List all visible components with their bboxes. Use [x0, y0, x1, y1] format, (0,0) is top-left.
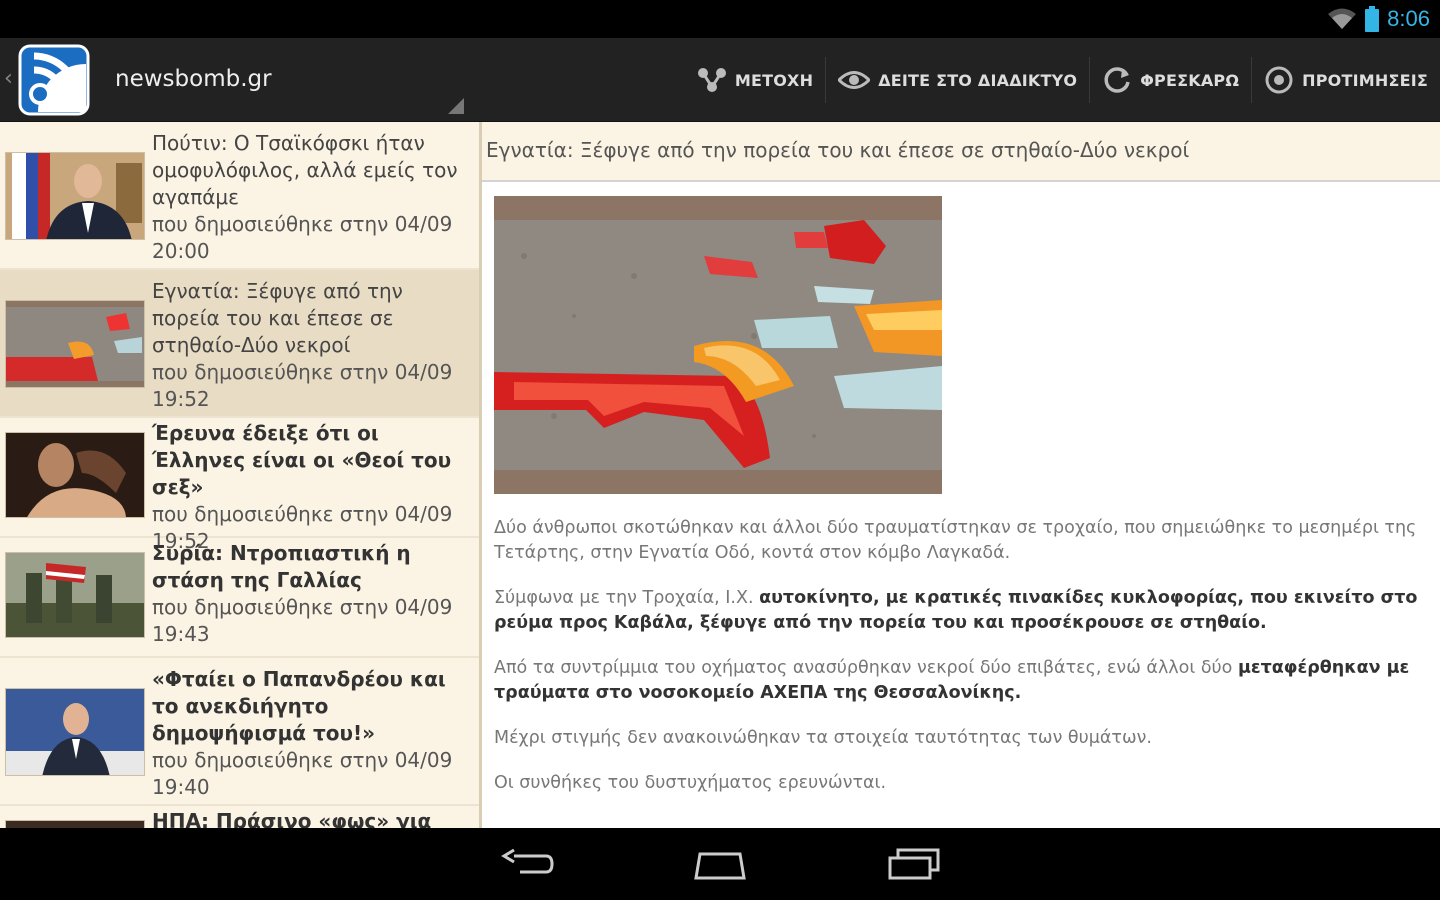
article-paragraph: Από τα συντρίμμια του οχήματος ανασύρθηκ…	[494, 658, 1410, 703]
settings-label: ΠΡΟΤΙΜΗΣΕΙΣ	[1302, 70, 1428, 90]
list-item[interactable]: «Φταίει ο Παπανδρέου και το ανεκδιήγητο …	[0, 658, 479, 806]
article-paragraph: Σύμφωνα με την Τροχαία, Ι.Χ. αυτοκίνητο,…	[494, 588, 1418, 633]
share-icon	[697, 68, 726, 92]
refresh-button[interactable]: ΦΡΕΣΚΑΡΩ	[1090, 52, 1251, 108]
list-item-date: που δημοσιεύθηκε στην 04/09 19:52	[152, 360, 453, 411]
eye-icon	[838, 71, 871, 89]
list-item-title: «Φταίει ο Παπανδρέου και το ανεκδιήγητο …	[152, 667, 446, 745]
list-item[interactable]: Εγνατία: Ξέφυγε από την πορεία του και έ…	[0, 270, 479, 418]
list-item-title: Εγνατία: Ξέφυγε από την πορεία του και έ…	[152, 279, 403, 357]
list-item-date: που δημοσιεύθηκε στην 04/09 20:00	[152, 212, 453, 263]
list-item[interactable]: Συρία: Ντροπιαστική η στάση της Γαλλίας …	[0, 538, 479, 658]
settings-button[interactable]: ΠΡΟΤΙΜΗΣΕΙΣ	[1252, 52, 1440, 108]
thumbnail-image	[5, 552, 145, 638]
list-item-text: Έρευνα έδειξε ότι οι Έλληνες είναι οι «Θ…	[152, 420, 470, 555]
refresh-label: ΦΡΕΣΚΑΡΩ	[1140, 70, 1240, 90]
refresh-icon	[1104, 67, 1130, 93]
action-bar: ‹ newsbomb.gr ΜΕΤΟΧΗ ΔΕΙΤΕ ΣΤΟ ΔΙΑΔΙΚΤΥΟ	[0, 38, 1440, 122]
action-buttons: ΜΕΤΟΧΗ ΔΕΙΤΕ ΣΤΟ ΔΙΑΔΙΚΤΥΟ ΦΡΕΣΚΑΡΩ ΠΡΟΤ…	[685, 38, 1440, 122]
list-item-date: που δημοσιεύθηκε στην 04/09 19:43	[152, 595, 453, 646]
list-item-date: που δημοσιεύθηκε στην 04/09 19:40	[152, 748, 453, 799]
list-item-text: Συρία: Ντροπιαστική η στάση της Γαλλίας …	[152, 540, 470, 648]
status-icons: 8:06	[1327, 5, 1430, 33]
article-paragraph: Δύο άνθρωποι σκοτώθηκαν και άλλοι δύο τρ…	[494, 518, 1417, 563]
thumbnail-image	[5, 820, 145, 828]
thumbnail-image	[5, 688, 145, 776]
share-label: ΜΕΤΟΧΗ	[734, 70, 814, 90]
article-body: Δύο άνθρωποι σκοτώθηκαν και άλλοι δύο τρ…	[494, 516, 1424, 816]
thumbnail-image	[5, 152, 145, 240]
view-on-web-button[interactable]: ΔΕΙΤΕ ΣΤΟ ΔΙΑΔΙΚΤΥΟ	[826, 52, 1089, 108]
app-logo-icon[interactable]	[18, 44, 90, 116]
article-pane[interactable]: Εγνατία: Ξέφυγε από την πορεία του και έ…	[482, 122, 1440, 828]
list-item[interactable]: Έρευνα έδειξε ότι οι Έλληνες είναι οι «Θ…	[0, 418, 479, 553]
status-bar: 8:06	[0, 0, 1440, 38]
article-image	[494, 196, 942, 494]
list-item-text: Πούτιν: Ο Τσαϊκόφσκι ήταν ομοφυλόφιλος, …	[152, 130, 470, 265]
spinner-indicator-icon[interactable]	[448, 98, 464, 114]
settings-icon	[1265, 66, 1293, 94]
up-navigation-icon[interactable]: ‹	[4, 66, 13, 91]
article-title: Εγνατία: Ξέφυγε από την πορεία του και έ…	[482, 122, 1440, 182]
list-item-title: ΗΠΑ: Πράσινο «φως» για	[152, 809, 432, 828]
list-item-text: ΗΠΑ: Πράσινο «φως» για	[152, 808, 470, 828]
wifi-icon	[1328, 8, 1357, 29]
thumbnail-image	[5, 432, 145, 518]
home-icon[interactable]	[692, 846, 748, 882]
share-button[interactable]: ΜΕΤΟΧΗ	[685, 52, 825, 108]
article-paragraph: Οι συνθήκες του δυστυχήματος ερευνώνται.	[494, 773, 887, 793]
list-item-title: Πούτιν: Ο Τσαϊκόφσκι ήταν ομοφυλόφιλος, …	[152, 131, 458, 209]
recent-apps-icon[interactable]	[886, 846, 942, 882]
list-item[interactable]: Πούτιν: Ο Τσαϊκόφσκι ήταν ομοφυλόφιλος, …	[0, 122, 479, 270]
battery-icon	[1365, 6, 1380, 32]
list-item-text: «Φταίει ο Παπανδρέου και το ανεκδιήγητο …	[152, 666, 470, 801]
list-item-text: Εγνατία: Ξέφυγε από την πορεία του και έ…	[152, 278, 470, 413]
news-list[interactable]: Πούτιν: Ο Τσαϊκόφσκι ήταν ομοφυλόφιλος, …	[0, 122, 479, 828]
list-item-title: Έρευνα έδειξε ότι οι Έλληνες είναι οι «Θ…	[152, 421, 452, 499]
clock: 8:06	[1387, 6, 1430, 31]
list-item[interactable]: ΗΠΑ: Πράσινο «φως» για	[0, 806, 479, 828]
app-title: newsbomb.gr	[115, 66, 272, 92]
thumbnail-image	[5, 300, 145, 388]
view-on-web-label: ΔΕΙΤΕ ΣΤΟ ΔΙΑΔΙΚΤΥΟ	[878, 70, 1078, 90]
list-item-title: Συρία: Ντροπιαστική η στάση της Γαλλίας	[152, 541, 411, 592]
navigation-bar	[0, 828, 1440, 900]
back-icon[interactable]	[500, 846, 556, 882]
article-paragraph: Μέχρι στιγμής δεν ανακοινώθηκαν τα στοιχ…	[494, 728, 1152, 748]
